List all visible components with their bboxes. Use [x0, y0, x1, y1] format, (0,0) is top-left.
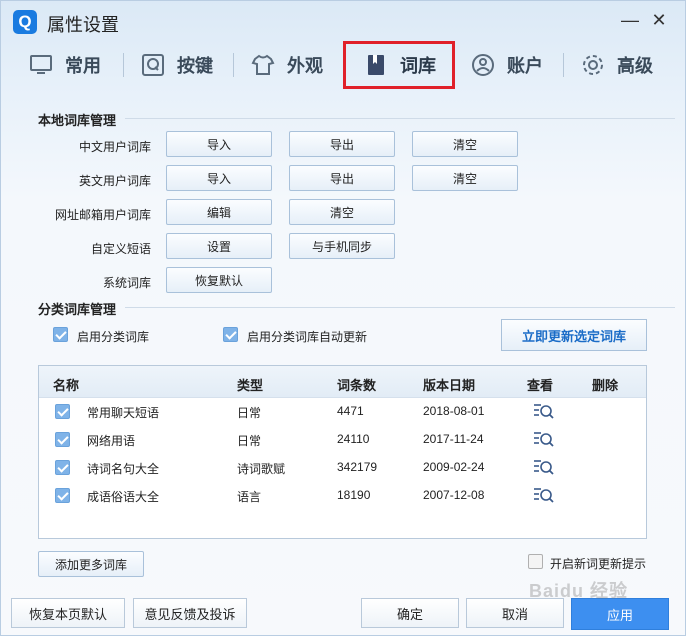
tshirt-icon — [251, 54, 275, 75]
section-title-local: 本地词库管理 — [38, 113, 117, 128]
dictionary-table: 名称 类型 词条数 版本日期 查看 删除 常用聊天短语 日常 4471 2018… — [38, 365, 647, 539]
view-search-icon[interactable] — [533, 485, 555, 505]
table-row[interactable]: 成语俗语大全 语言 18190 2007-12-08 — [39, 482, 646, 510]
tab-divider — [233, 53, 234, 77]
update-selected-button[interactable]: 立即更新选定词库 — [501, 319, 647, 351]
minimize-button[interactable]: — — [619, 9, 641, 31]
keyboard-key-icon — [142, 54, 164, 76]
row-date: 2018-08-01 — [423, 404, 485, 418]
row-name: 诗词名句大全 — [87, 462, 160, 476]
row-type: 日常 — [237, 434, 262, 448]
row-date: 2017-11-24 — [423, 432, 484, 446]
row-name: 成语俗语大全 — [87, 490, 160, 504]
row-count: 342179 — [337, 460, 378, 474]
user-icon — [472, 54, 494, 76]
enable-category-label: 启用分类词库 — [77, 330, 150, 344]
restore-default-button[interactable]: 恢复默认 — [166, 267, 272, 293]
clear-english-button[interactable]: 清空 — [412, 165, 518, 191]
header-count: 词条数 — [337, 378, 377, 393]
close-button[interactable]: ✕ — [648, 9, 670, 31]
header-view: 查看 — [527, 378, 554, 393]
row-name: 网络用语 — [87, 434, 136, 448]
row-name: 常用聊天短语 — [87, 406, 160, 420]
tab-account[interactable]: 账户 — [471, 41, 543, 89]
header-type: 类型 — [237, 378, 264, 393]
baidu-watermark: Baidu 经验 — [529, 581, 629, 601]
row-checkbox[interactable] — [55, 404, 70, 419]
section-divider — [125, 118, 675, 119]
row-type: 日常 — [237, 406, 262, 420]
header-date: 版本日期 — [423, 378, 476, 393]
tab-bar: 常用 按键 外观 词库 账户 高级 — [15, 41, 675, 91]
add-more-dictionaries-button[interactable]: 添加更多词库 — [38, 551, 144, 577]
tab-common[interactable]: 常用 — [29, 41, 101, 89]
book-icon — [368, 55, 384, 75]
row-label-custom-phrase: 自定义短语 — [90, 242, 151, 256]
tab-label: 外观 — [287, 56, 323, 76]
row-label-url-email-dict: 网址邮箱用户词库 — [54, 208, 151, 222]
title-bar: Q 属性设置 — ✕ — [1, 1, 685, 41]
section-title-category: 分类词库管理 — [38, 302, 117, 317]
row-type: 语言 — [237, 490, 262, 504]
table-header: 名称 类型 词条数 版本日期 查看 删除 — [39, 366, 646, 398]
view-search-icon[interactable] — [533, 401, 555, 421]
tab-dictionary[interactable]: 词库 — [343, 41, 455, 89]
export-english-button[interactable]: 导出 — [289, 165, 395, 191]
tab-divider — [123, 53, 124, 77]
section-divider — [125, 307, 675, 308]
gear-icon — [583, 55, 603, 75]
row-date: 2007-12-08 — [423, 488, 485, 502]
row-count: 18190 — [337, 488, 371, 502]
auto-update-checkbox[interactable] — [223, 327, 238, 342]
row-date: 2009-02-24 — [423, 460, 485, 474]
tab-label: 词库 — [400, 56, 436, 76]
enable-category-checkbox[interactable] — [53, 327, 68, 342]
ok-button[interactable]: 确定 — [361, 598, 459, 628]
row-label-chinese-user-dict: 中文用户词库 — [78, 140, 151, 154]
import-chinese-button[interactable]: 导入 — [166, 131, 272, 157]
tab-label: 账户 — [507, 56, 543, 76]
row-type: 诗词歌赋 — [237, 462, 286, 476]
tab-appearance[interactable]: 外观 — [251, 41, 323, 89]
tab-divider — [563, 53, 564, 77]
clear-chinese-button[interactable]: 清空 — [412, 131, 518, 157]
monitor-icon — [30, 55, 52, 74]
custom-phrase-settings-button[interactable]: 设置 — [166, 233, 272, 259]
app-logo: Q — [13, 10, 37, 34]
tab-label: 按键 — [177, 56, 213, 76]
tab-advanced[interactable]: 高级 — [581, 41, 653, 89]
export-chinese-button[interactable]: 导出 — [289, 131, 395, 157]
view-search-icon[interactable] — [533, 457, 555, 477]
row-checkbox[interactable] — [55, 432, 70, 447]
sync-phone-button[interactable]: 与手机同步 — [289, 233, 395, 259]
table-row[interactable]: 网络用语 日常 24110 2017-11-24 — [39, 426, 646, 454]
auto-update-label: 启用分类词库自动更新 — [247, 330, 368, 344]
import-english-button[interactable]: 导入 — [166, 165, 272, 191]
table-row[interactable]: 常用聊天短语 日常 4471 2018-08-01 — [39, 398, 646, 426]
new-word-hint-checkbox[interactable] — [528, 554, 543, 569]
new-word-hint-label: 开启新词更新提示 — [550, 557, 647, 571]
row-label-english-user-dict: 英文用户词库 — [78, 174, 151, 188]
tab-label: 高级 — [617, 56, 653, 76]
settings-window: Q 属性设置 — ✕ 常用 按键 外观 词库 账户 高级 本地词库管理 中文用户… — [0, 0, 686, 636]
row-checkbox[interactable] — [55, 460, 70, 475]
tab-label: 常用 — [65, 56, 101, 76]
row-count: 4471 — [337, 404, 364, 418]
table-row[interactable]: 诗词名句大全 诗词歌赋 342179 2009-02-24 — [39, 454, 646, 482]
row-checkbox[interactable] — [55, 488, 70, 503]
clear-url-email-button[interactable]: 清空 — [289, 199, 395, 225]
header-name: 名称 — [53, 378, 80, 393]
tab-keys[interactable]: 按键 — [141, 41, 213, 89]
view-search-icon[interactable] — [533, 429, 555, 449]
row-label-system-dict: 系统词库 — [102, 276, 151, 290]
row-count: 24110 — [337, 432, 370, 446]
edit-url-email-button[interactable]: 编辑 — [166, 199, 272, 225]
feedback-button[interactable]: 意见反馈及投诉 — [133, 598, 247, 628]
window-title: 属性设置 — [47, 15, 119, 35]
header-delete: 删除 — [592, 378, 619, 393]
restore-page-default-button[interactable]: 恢复本页默认 — [11, 598, 125, 628]
